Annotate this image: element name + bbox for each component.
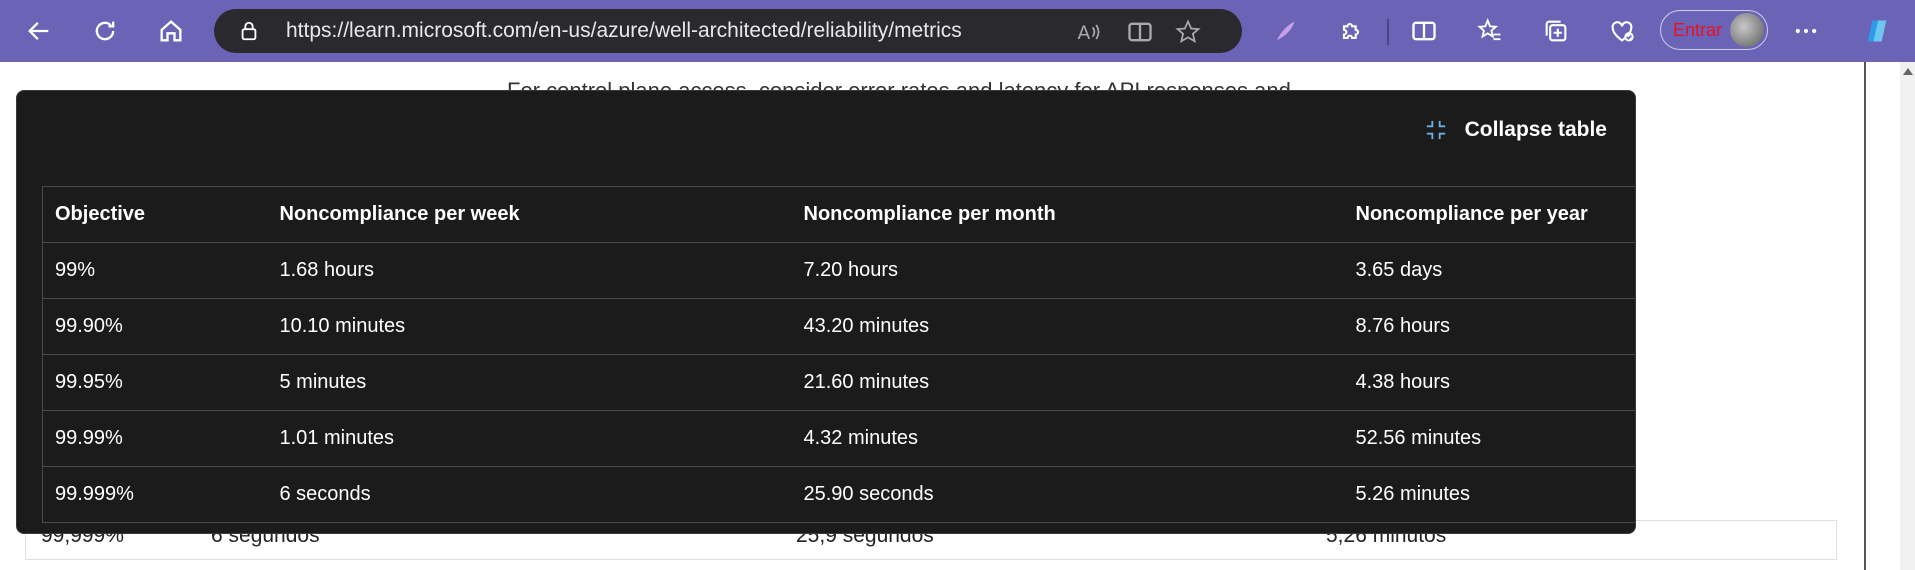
collapse-table-button[interactable]: Collapse table: [1425, 113, 1607, 147]
table-cell: 1.01 minutes: [267, 410, 792, 467]
table-cell: 52.56 minutes: [1343, 410, 1635, 467]
table-row: 99.999% 6 seconds 25.90 seconds 5.26 min…: [42, 466, 1635, 523]
lock-icon: [241, 21, 257, 41]
table-cell: 7.20 hours: [791, 242, 1344, 299]
table-cell: 4.32 minutes: [791, 410, 1344, 467]
browser-essentials-button[interactable]: [1601, 10, 1643, 52]
page-scrollbar[interactable]: [1900, 62, 1915, 570]
table-cell: 25.90 seconds: [791, 466, 1344, 523]
refresh-button[interactable]: [84, 10, 126, 52]
copilot-icon: [1867, 20, 1887, 42]
home-button[interactable]: [150, 10, 192, 52]
copilot-button[interactable]: [1856, 10, 1898, 52]
table-cell: 8.76 hours: [1343, 298, 1635, 355]
table-cell: 10.10 minutes: [267, 298, 792, 355]
extension-feather-button[interactable]: [1264, 10, 1306, 52]
table-cell: 5 minutes: [267, 354, 792, 411]
expanded-table-dialog: Collapse table Objective Noncompliance p…: [16, 90, 1636, 534]
back-arrow-icon: [28, 22, 49, 40]
table-cell: 21.60 minutes: [791, 354, 1344, 411]
table-row: 99.90% 10.10 minutes 43.20 minutes 8.76 …: [42, 298, 1635, 355]
collapse-icon: [1426, 120, 1445, 140]
table-row: 99.99% 1.01 minutes 4.32 minutes 52.56 m…: [42, 410, 1635, 467]
column-header: Noncompliance per month: [791, 186, 1344, 243]
feather-icon: [1276, 21, 1295, 41]
column-header: Noncompliance per year: [1343, 186, 1635, 243]
profile-label: Entrar: [1673, 20, 1723, 40]
extensions-button[interactable]: [1330, 10, 1372, 52]
heart-pulse-icon: [1611, 21, 1634, 42]
table-cell: 99.90%: [42, 298, 268, 355]
settings-more-button[interactable]: [1785, 10, 1827, 52]
puzzle-icon: [1342, 22, 1360, 40]
address-bar[interactable]: https://learn.microsoft.com/en-us/azure/…: [214, 9, 1242, 53]
table-cell: 99.999%: [42, 466, 268, 523]
column-header: Objective: [42, 186, 268, 243]
browser-toolbar: https://learn.microsoft.com/en-us/azure/…: [0, 0, 1915, 62]
table-cell: 4.38 hours: [1343, 354, 1635, 411]
scroll-up-arrow-icon[interactable]: [1903, 68, 1913, 75]
refresh-icon: [95, 21, 115, 41]
profile-button[interactable]: Entrar: [1660, 10, 1768, 50]
toolbar-separator: [1387, 19, 1389, 45]
home-icon: [160, 20, 182, 42]
more-dots-icon: [1795, 28, 1817, 34]
table-row: 99% 1.68 hours 7.20 hours 3.65 days: [42, 242, 1635, 299]
favorites-list-icon: [1477, 17, 1501, 41]
split-screen-button[interactable]: [1403, 10, 1445, 52]
table-cell: 1.68 hours: [267, 242, 792, 299]
table-cell: 99.99%: [42, 410, 268, 467]
back-button[interactable]: [18, 10, 60, 52]
table-cell: 5.26 minutes: [1343, 466, 1635, 523]
page-divider: [1864, 62, 1866, 570]
collections-icon: [1545, 20, 1567, 42]
url-text: https://learn.microsoft.com/en-us/azure/…: [286, 19, 962, 42]
noncompliance-table: Objective Noncompliance per week Noncomp…: [42, 186, 1635, 523]
column-header: Noncompliance per week: [267, 186, 792, 243]
favorite-star-icon[interactable]: [1174, 18, 1202, 46]
svg-text:A: A: [1078, 23, 1091, 44]
table-header-row: Objective Noncompliance per week Noncomp…: [42, 186, 1635, 243]
favorites-button[interactable]: [1469, 10, 1511, 52]
immersive-reader-icon[interactable]: [1126, 18, 1154, 46]
table-cell: 99%: [42, 242, 268, 299]
read-aloud-icon[interactable]: A: [1074, 18, 1102, 46]
table-cell: 43.20 minutes: [791, 298, 1344, 355]
collections-button[interactable]: [1535, 10, 1577, 52]
table-cell: 3.65 days: [1343, 242, 1635, 299]
collapse-table-label: Collapse table: [1464, 118, 1607, 141]
avatar: [1730, 13, 1764, 47]
split-screen-icon: [1412, 21, 1436, 41]
table-cell: 6 seconds: [267, 466, 792, 523]
table-cell: 99.95%: [42, 354, 268, 411]
table-row: 99.95% 5 minutes 21.60 minutes 4.38 hour…: [42, 354, 1635, 411]
